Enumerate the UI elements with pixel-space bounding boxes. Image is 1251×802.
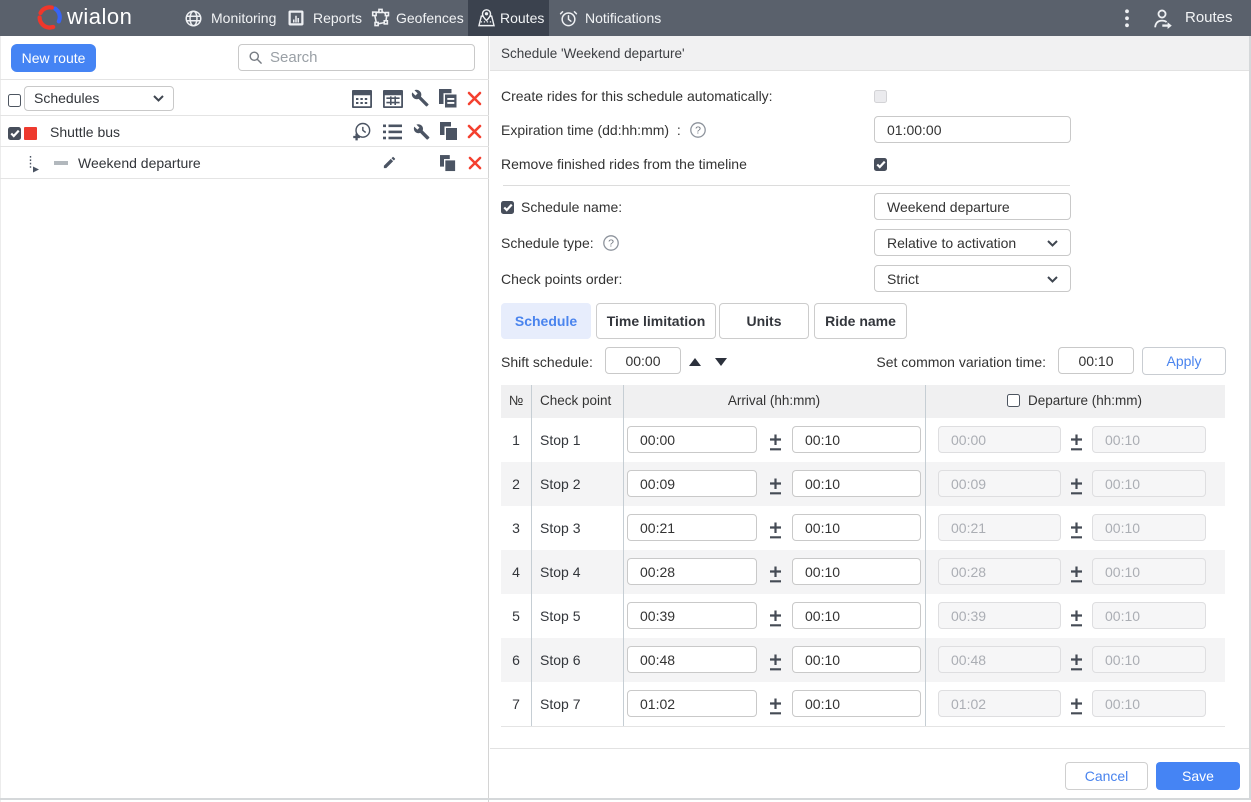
svg-text:?: ? — [608, 238, 614, 250]
svg-text:?: ? — [695, 125, 701, 137]
